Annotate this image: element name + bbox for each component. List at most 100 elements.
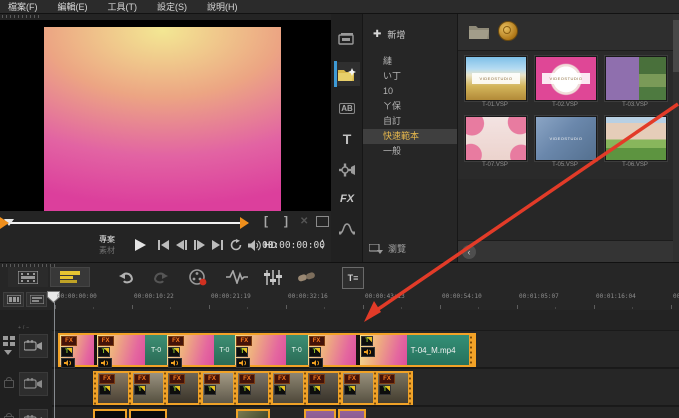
sound-mixer-icon[interactable]: [260, 267, 286, 287]
transition-clip[interactable]: T-0: [286, 335, 308, 365]
video-clip[interactable]: FXT: [167, 335, 214, 365]
timeline-view-button[interactable]: [50, 267, 90, 287]
category-item-3[interactable]: ㄚ保: [363, 99, 457, 114]
video-track-button[interactable]: [19, 334, 48, 358]
video-clip[interactable]: T: [360, 335, 407, 365]
overlay2-clip[interactable]: T: [93, 409, 127, 418]
transition-clip[interactable]: T-0: [214, 335, 236, 365]
overlay-clip[interactable]: FXT: [168, 371, 198, 405]
scrubber-track[interactable]: [3, 222, 248, 224]
trim-handle-start[interactable]: [0, 217, 9, 229]
go-to-end-button[interactable]: [210, 238, 226, 252]
folder-icon[interactable]: [468, 23, 490, 40]
previous-frame-button[interactable]: [174, 238, 190, 252]
overlay-track2-button[interactable]: [19, 409, 48, 418]
track-view-icon-a[interactable]: [3, 292, 24, 307]
next-frame-button[interactable]: [192, 238, 208, 252]
category-item-1[interactable]: い丁: [363, 69, 457, 84]
video-clip[interactable]: FXT: [308, 335, 357, 365]
clip-trim-handle[interactable]: [408, 371, 413, 405]
add-category-button[interactable]: ✚ 新增: [373, 28, 405, 41]
enlarge-preview-icon[interactable]: [316, 216, 329, 227]
go-to-start-button[interactable]: [156, 238, 172, 252]
library-scrollbar[interactable]: [673, 14, 679, 262]
overlay-track1-clips[interactable]: FXTFXTFXTFXTFXTFXTFXTFXTFXT: [93, 371, 413, 405]
volume-icon[interactable]: [246, 238, 262, 252]
timecode-display[interactable]: 00:00:00:00: [262, 238, 318, 253]
timeline-zoom-control[interactable]: +/−: [18, 325, 31, 331]
audio-wave-icon[interactable]: [224, 267, 250, 287]
category-item-6[interactable]: 一般: [363, 144, 457, 159]
overlay-clip[interactable]: FXT: [273, 371, 303, 405]
track-view-icon-b[interactable]: [26, 292, 47, 307]
category-item-2[interactable]: 10: [363, 84, 457, 99]
video-file-clip[interactable]: T-04_M.mp4: [407, 335, 469, 365]
chevron-down-icon[interactable]: [4, 350, 12, 355]
track-manager-icon[interactable]: [3, 336, 16, 347]
overlay-clip[interactable]: FXT: [343, 371, 373, 405]
storyboard-view-button[interactable]: [8, 267, 48, 287]
redo-button[interactable]: [150, 267, 170, 287]
timecode-spinner[interactable]: ▲ ▼: [320, 238, 325, 252]
trim-handle-end[interactable]: [240, 217, 249, 229]
record-capture-icon[interactable]: [186, 267, 210, 287]
overlay-clip[interactable]: FXT: [238, 371, 268, 405]
collapse-panel-button[interactable]: ‹: [462, 245, 476, 259]
undo-button[interactable]: [116, 267, 136, 287]
split-clip-button[interactable]: ✕: [300, 216, 308, 227]
overlay-clip[interactable]: FXT: [203, 371, 233, 405]
play-button[interactable]: [130, 235, 150, 255]
mode-clip-toggle[interactable]: 素材: [99, 246, 115, 255]
transition-icon[interactable]: AB: [334, 96, 360, 120]
video-clip[interactable]: FXT: [235, 335, 286, 365]
category-item-4[interactable]: 自訂: [363, 114, 457, 129]
menu-item-0[interactable]: 檔案(F): [8, 0, 38, 13]
menu-item-2[interactable]: 工具(T): [108, 0, 138, 13]
overlay-clip[interactable]: FXT: [98, 371, 128, 405]
overlay2-clip[interactable]: T: [338, 409, 366, 418]
overlay2-clip[interactable]: T: [236, 409, 270, 418]
overlay2-clip[interactable]: T: [129, 409, 167, 418]
video-clip[interactable]: FXT: [97, 335, 146, 365]
title-icon[interactable]: T: [334, 127, 360, 151]
template-thumbnail[interactable]: [605, 56, 667, 101]
template-thumbnail[interactable]: VIDEOSTUDIO: [465, 56, 527, 101]
template-thumbnail[interactable]: VIDEOSTUDIO: [535, 56, 597, 101]
mode-project-toggle[interactable]: 專案: [99, 235, 115, 244]
transition-clip[interactable]: T-0: [145, 335, 167, 365]
mark-out-button[interactable]: ]: [284, 214, 288, 228]
category-item-0[interactable]: 縺: [363, 54, 457, 69]
media-library-icon[interactable]: [334, 28, 360, 52]
video-clip[interactable]: FXT: [60, 335, 94, 365]
template-thumbnail[interactable]: VIDEOSTUDIO: [535, 116, 597, 161]
overlay-clip[interactable]: FXT: [133, 371, 163, 405]
scrollbar-thumb[interactable]: [673, 20, 679, 72]
menu-item-4[interactable]: 說明(H): [207, 0, 238, 13]
playhead-line[interactable]: [54, 302, 55, 418]
auto-music-icon[interactable]: [294, 267, 320, 287]
overlay2-clip[interactable]: T: [304, 409, 336, 418]
menu-item-3[interactable]: 設定(S): [157, 0, 187, 13]
graphic-icon[interactable]: [334, 158, 360, 182]
filter-icon[interactable]: FX: [334, 187, 360, 211]
timeline-ruler[interactable]: 00:00:00:0000:00:10:2200:00:21:1900:00:3…: [0, 290, 679, 311]
video-track-clip-group[interactable]: FXTFXTT-0FXTT-0FXTT-0FXTTT-04_M.mp4: [58, 333, 476, 367]
menu-item-1[interactable]: 編輯(E): [58, 0, 88, 13]
subtitle-editor-button[interactable]: T≡: [342, 267, 364, 289]
lock-track2-icon[interactable]: [4, 380, 14, 388]
title-badge: T: [309, 347, 321, 357]
mark-in-button[interactable]: [: [264, 214, 268, 228]
overlay-clip[interactable]: FXT: [378, 371, 408, 405]
medallion-icon[interactable]: [498, 21, 518, 41]
instant-project-icon[interactable]: [334, 62, 360, 86]
overlay-track1-button[interactable]: [19, 372, 48, 396]
overlay-clip[interactable]: FXT: [308, 371, 338, 405]
panel-grip[interactable]: [2, 15, 42, 18]
repeat-button[interactable]: [228, 238, 244, 252]
template-thumbnail[interactable]: [605, 116, 667, 161]
category-item-5[interactable]: 快速範本: [363, 129, 457, 144]
clip-trim-handle[interactable]: [469, 335, 474, 365]
motion-path-icon[interactable]: [334, 216, 360, 240]
browse-button[interactable]: 瀏覽: [369, 242, 406, 255]
template-thumbnail[interactable]: [465, 116, 527, 161]
